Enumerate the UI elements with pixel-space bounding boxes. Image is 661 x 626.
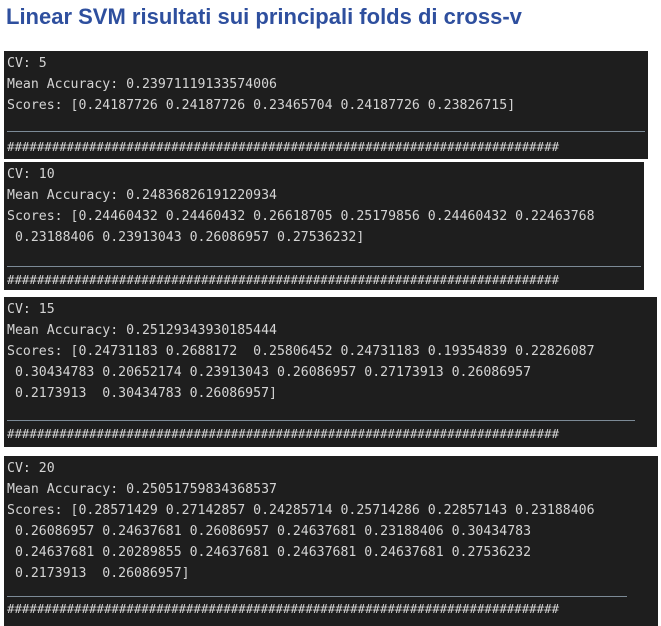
page-title: Linear SVM risultati sui principali fold… xyxy=(6,4,522,29)
output-panel-cv5: CV: 5 Mean Accuracy: 0.23971119133574006… xyxy=(4,51,648,159)
mean-accuracy: Mean Accuracy: 0.24836826191220934 xyxy=(7,188,277,203)
scores-line: 0.23188406 0.23913043 0.26086957 0.27536… xyxy=(7,230,365,245)
scores-line: Scores: [0.24731183 0.2688172 0.25806452… xyxy=(7,344,595,359)
hash-divider: ########################################… xyxy=(7,272,560,287)
separator-line xyxy=(7,266,641,267)
hash-divider: ########################################… xyxy=(7,601,560,616)
scores-line: Scores: [0.28571429 0.27142857 0.2428571… xyxy=(7,503,595,518)
mean-accuracy: Mean Accuracy: 0.25051759834368537 xyxy=(7,482,277,497)
scores-line: 0.2173913 0.30434783 0.26086957] xyxy=(7,386,277,401)
scores-line: 0.26086957 0.24637681 0.26086957 0.24637… xyxy=(7,524,532,539)
mean-accuracy: Mean Accuracy: 0.23971119133574006 xyxy=(7,77,277,92)
cv-label: CV: 10 xyxy=(7,167,55,182)
output-panel-cv10: CV: 10 Mean Accuracy: 0.2483682619122093… xyxy=(4,162,644,290)
cv-label: CV: 20 xyxy=(7,461,55,476)
scores-line: 0.24637681 0.20289855 0.24637681 0.24637… xyxy=(7,545,532,560)
output-panel-cv15: CV: 15 Mean Accuracy: 0.2512934393018544… xyxy=(4,297,657,447)
mean-accuracy: Mean Accuracy: 0.25129343930185444 xyxy=(7,323,277,338)
cv-label: CV: 5 xyxy=(7,56,47,71)
hash-divider: ########################################… xyxy=(7,426,560,441)
cv-label: CV: 15 xyxy=(7,302,55,317)
separator-line xyxy=(7,596,627,597)
output-panel-cv20: CV: 20 Mean Accuracy: 0.2505175983436853… xyxy=(4,456,658,626)
scores-line: Scores: [0.24460432 0.24460432 0.2661870… xyxy=(7,209,595,224)
separator-line xyxy=(7,420,635,421)
separator-line xyxy=(7,131,645,132)
scores-line: 0.2173913 0.26086957] xyxy=(7,566,190,581)
hash-divider: ########################################… xyxy=(7,139,560,154)
scores-line: Scores: [0.24187726 0.24187726 0.2346570… xyxy=(7,98,516,113)
scores-line: 0.30434783 0.20652174 0.23913043 0.26086… xyxy=(7,365,532,380)
